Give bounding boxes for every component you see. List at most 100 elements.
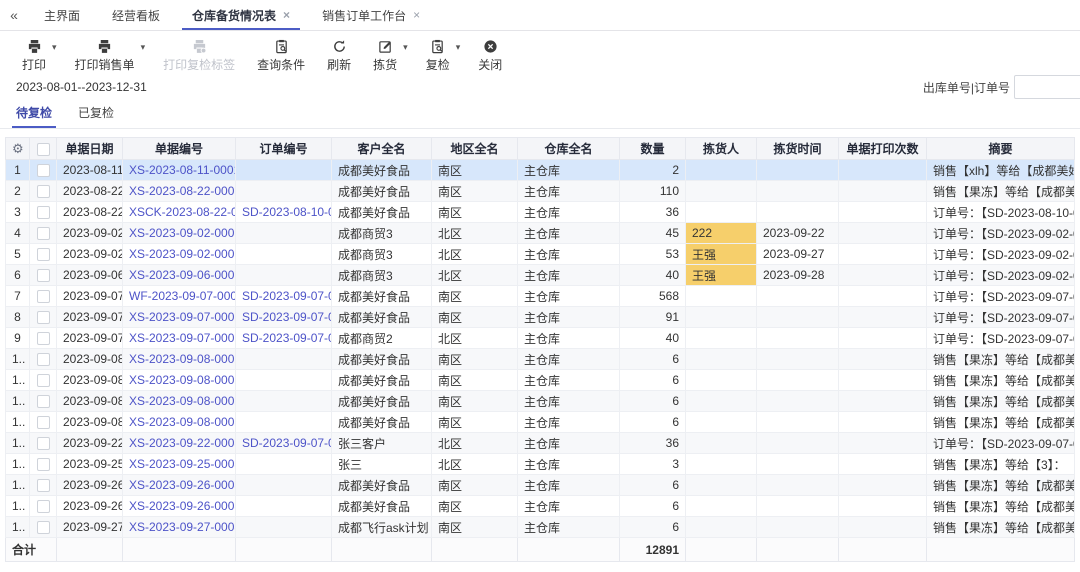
row-checkbox[interactable]	[36, 332, 50, 346]
table-row[interactable]: 1.. 2023-09-27XS-2023-09-27-00034 成都飞行ask计…	[5, 516, 1075, 538]
cell-order-number-link[interactable]	[235, 495, 332, 517]
row-checkbox[interactable]	[36, 185, 50, 199]
table-row[interactable]: 3 2023-08-22XSCK-2023-08-22-00001SD-2023-…	[5, 201, 1075, 223]
row-checkbox[interactable]	[36, 479, 50, 493]
cell-order-number-link[interactable]	[235, 243, 332, 265]
col-header-customer-name[interactable]: 客户全名	[331, 137, 432, 160]
tab-main-screen[interactable]: 主界面	[28, 0, 96, 30]
row-checkbox[interactable]	[36, 521, 50, 535]
tab-pending-recheck[interactable]: 待复检	[11, 104, 57, 128]
print-sales-slip-dropdown-caret[interactable]: ▾	[141, 42, 146, 53]
refresh-button[interactable]: 刷新	[321, 38, 357, 73]
col-header-warehouse-name[interactable]: 仓库全名	[517, 137, 620, 160]
table-row[interactable]: 6 2023-09-06XS-2023-09-06-00018 成都商贸3北区主仓库…	[5, 264, 1075, 286]
table-row[interactable]: 1 2023-08-11 XS-2023-08-11-00013 成都美好食品 南区 主仓…	[5, 159, 1075, 181]
cell-doc-number-link[interactable]: XS-2023-09-02-00017	[122, 243, 236, 265]
row-checkbox[interactable]	[36, 395, 50, 409]
col-header-order-number[interactable]: 订单编号	[235, 137, 332, 160]
cell-order-number-link[interactable]: SD-2023-09-07-00009	[235, 285, 332, 307]
col-header-picker[interactable]: 拣货人	[685, 137, 757, 160]
table-row[interactable]: 1.. 2023-09-08XS-2023-09-08-00027 成都美好食品南区…	[5, 411, 1075, 433]
cell-order-number-link[interactable]	[235, 222, 332, 244]
print-recheck-label-button[interactable]: 打印复检标签	[157, 38, 241, 73]
col-header-doc-date[interactable]: 单据日期	[56, 137, 123, 160]
tab-rechecked[interactable]: 已复检	[78, 104, 114, 128]
tab-business-dashboard[interactable]: 经营看板	[96, 0, 176, 30]
row-checkbox[interactable]	[36, 437, 50, 451]
table-row[interactable]: 5 2023-09-02XS-2023-09-02-00017 成都商贸3北区主仓库…	[5, 243, 1075, 265]
cell-doc-number-link[interactable]: XS-2023-09-26-00032	[122, 474, 236, 496]
close-button[interactable]: 关闭	[472, 38, 508, 73]
cell-order-number-link[interactable]	[235, 390, 332, 412]
row-checkbox[interactable]	[36, 206, 50, 220]
cell-doc-number-link[interactable]: XS-2023-09-27-00034	[122, 516, 236, 538]
row-checkbox[interactable]	[36, 290, 50, 304]
table-row[interactable]: 1.. 2023-09-08XS-2023-09-08-00026 成都美好食品南区…	[5, 390, 1075, 412]
cell-doc-number-link[interactable]: XS-2023-08-11-00013	[122, 159, 236, 181]
cell-doc-number-link[interactable]: WF-2023-09-07-00003	[122, 285, 236, 307]
tab-warehouse-stocking-report[interactable]: 仓库备货情况表 ×	[176, 0, 306, 30]
print-button[interactable]: 打印	[16, 38, 52, 73]
table-row[interactable]: 1.. 2023-09-08XS-2023-09-08-00025 成都美好食品南区…	[5, 369, 1075, 391]
cell-doc-number-link[interactable]: XS-2023-09-22-00030	[122, 432, 236, 454]
row-checkbox[interactable]	[36, 164, 50, 178]
table-row[interactable]: 7 2023-09-07WF-2023-09-07-00003SD-2023-09…	[5, 285, 1075, 307]
close-tab-icon[interactable]: ×	[413, 8, 420, 22]
cell-doc-number-link[interactable]: XS-2023-09-02-00016	[122, 222, 236, 244]
row-checkbox[interactable]	[36, 416, 50, 430]
collapse-tabs-button[interactable]: «	[0, 0, 28, 30]
cell-order-number-link[interactable]	[235, 516, 332, 538]
query-conditions-button[interactable]: 查询条件	[251, 38, 311, 73]
recheck-dropdown-caret[interactable]: ▾	[456, 42, 461, 53]
row-checkbox[interactable]	[36, 269, 50, 283]
table-row[interactable]: 1.. 2023-09-26XS-2023-09-26-00033 成都美好食品南区…	[5, 495, 1075, 517]
row-checkbox[interactable]	[36, 353, 50, 367]
col-header-quantity[interactable]: 数量	[619, 137, 686, 160]
cell-order-number-link[interactable]	[235, 474, 332, 496]
table-row[interactable]: 1.. 2023-09-08XS-2023-09-08-00024 成都美好食品南区…	[5, 348, 1075, 370]
col-header-region-name[interactable]: 地区全名	[431, 137, 518, 160]
cell-order-number-link[interactable]	[235, 180, 332, 202]
cell-order-number-link[interactable]: SD-2023-08-10-00002	[235, 201, 332, 223]
cell-doc-number-link[interactable]: XSCK-2023-08-22-00001	[122, 201, 236, 223]
table-row[interactable]: 4 2023-09-02XS-2023-09-02-00016 成都商贸3北区主仓库…	[5, 222, 1075, 244]
col-header-summary[interactable]: 摘要	[926, 137, 1075, 160]
tab-sales-order-workbench[interactable]: 销售订单工作台 ×	[306, 0, 436, 30]
cell-doc-number-link[interactable]: XS-2023-09-06-00018	[122, 264, 236, 286]
cell-doc-number-link[interactable]: XS-2023-09-07-00023	[122, 327, 236, 349]
table-row[interactable]: 1.. 2023-09-25XS-2023-09-25-00031 张三北区主仓库3…	[5, 453, 1075, 475]
table-row[interactable]: 1.. 2023-09-22XS-2023-09-22-00030SD-2023-…	[5, 432, 1075, 454]
cell-order-number-link[interactable]	[235, 264, 332, 286]
cell-doc-number-link[interactable]: XS-2023-09-25-00031	[122, 453, 236, 475]
print-sales-slip-button[interactable]: 打印销售单	[69, 38, 141, 73]
table-row[interactable]: 8 2023-09-07XS-2023-09-07-00022SD-2023-09…	[5, 306, 1075, 328]
row-checkbox[interactable]	[36, 227, 50, 241]
col-header-pick-time[interactable]: 拣货时间	[756, 137, 839, 160]
recheck-button[interactable]: 复检	[420, 38, 456, 73]
column-settings-gear-icon[interactable]: ⚙	[12, 141, 24, 156]
cell-doc-number-link[interactable]: XS-2023-09-07-00022	[122, 306, 236, 328]
cell-order-number-link[interactable]	[235, 453, 332, 475]
cell-doc-number-link[interactable]: XS-2023-09-08-00027	[122, 411, 236, 433]
row-checkbox[interactable]	[36, 374, 50, 388]
cell-order-number-link[interactable]	[235, 348, 332, 370]
col-header-doc-number[interactable]: 单据编号	[122, 137, 236, 160]
cell-doc-number-link[interactable]: XS-2023-09-08-00026	[122, 390, 236, 412]
cell-doc-number-link[interactable]: XS-2023-09-26-00033	[122, 495, 236, 517]
cell-order-number-link[interactable]	[235, 369, 332, 391]
row-checkbox[interactable]	[36, 500, 50, 514]
cell-order-number-link[interactable]: SD-2023-09-07-00014	[235, 327, 332, 349]
table-row[interactable]: 1.. 2023-09-26XS-2023-09-26-00032 成都美好食品南区…	[5, 474, 1075, 496]
row-checkbox[interactable]	[36, 311, 50, 325]
cell-doc-number-link[interactable]: XS-2023-08-22-00014	[122, 180, 236, 202]
row-checkbox[interactable]	[36, 458, 50, 472]
pick-goods-button[interactable]: 拣货	[367, 38, 403, 73]
pick-goods-dropdown-caret[interactable]: ▾	[403, 42, 408, 53]
cell-order-number-link[interactable]: SD-2023-09-07-00005	[235, 432, 332, 454]
select-all-checkbox[interactable]	[36, 142, 50, 156]
table-row[interactable]: 9 2023-09-07XS-2023-09-07-00023SD-2023-09…	[5, 327, 1075, 349]
close-tab-icon[interactable]: ×	[283, 8, 290, 22]
cell-order-number-link[interactable]: SD-2023-09-07-00017	[235, 306, 332, 328]
table-row[interactable]: 2 2023-08-22XS-2023-08-22-00014 成都美好食品南区主仓…	[5, 180, 1075, 202]
cell-order-number-link[interactable]	[235, 159, 332, 181]
